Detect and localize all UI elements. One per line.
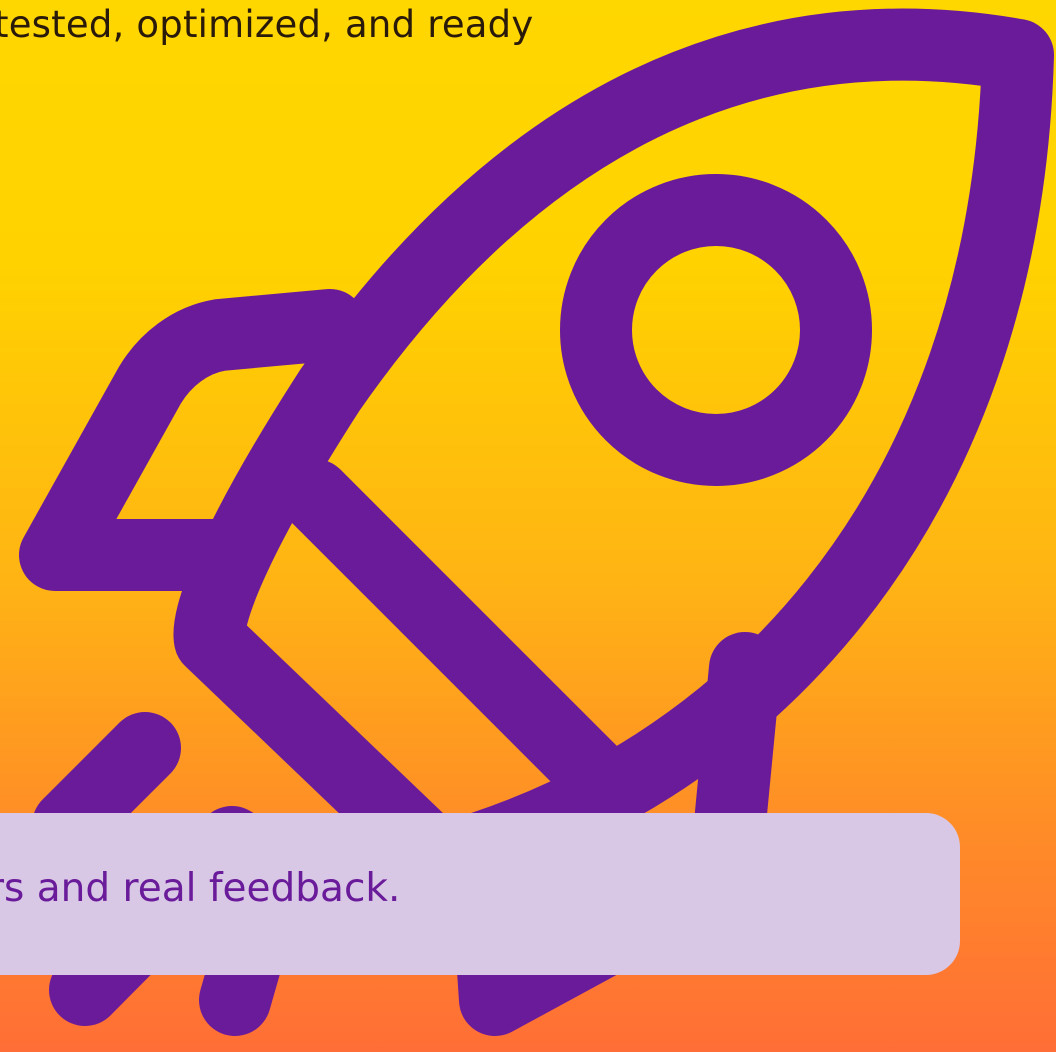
callout-text: rs and real feedback. <box>0 866 401 911</box>
